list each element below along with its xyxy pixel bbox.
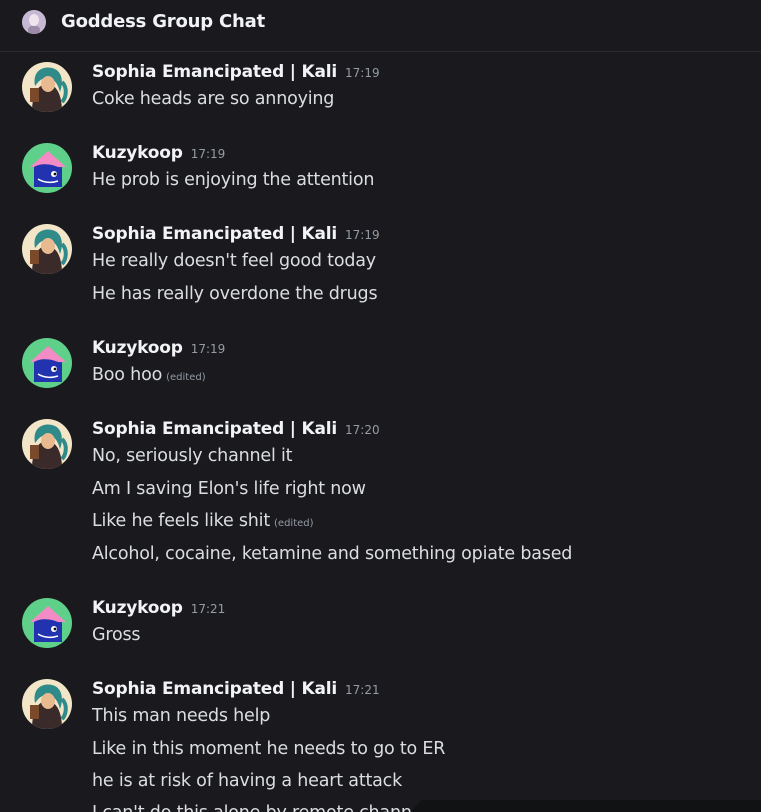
edited-label: (edited) xyxy=(166,372,206,383)
message-text: He prob is enjoying the attention xyxy=(92,170,374,190)
message-line: Gross xyxy=(92,625,141,645)
message-text: Alcohol, cocaine, ketamine and something… xyxy=(92,544,572,564)
message-text: This man needs help xyxy=(92,706,270,726)
message-author[interactable]: Sophia Emancipated | Kali 17:19 xyxy=(92,62,380,82)
sophia-avatar[interactable] xyxy=(22,419,72,469)
sophia-avatar[interactable] xyxy=(22,224,72,274)
message-text: Like he feels like shit (edited) xyxy=(92,511,314,531)
message-timestamp: 17:20 xyxy=(345,423,380,437)
author-name[interactable]: Sophia Emancipated | Kali xyxy=(92,419,337,439)
author-name[interactable]: Kuzykoop xyxy=(92,338,183,358)
message-author[interactable]: Kuzykoop 17:21 xyxy=(92,598,225,618)
sophia-avatar[interactable] xyxy=(22,679,72,729)
group-avatar-icon[interactable] xyxy=(22,10,46,34)
kuzykoop-avatar[interactable] xyxy=(22,143,72,193)
message-timestamp: 17:19 xyxy=(190,147,226,161)
message-line: Am I saving Elon's life right now xyxy=(92,479,366,499)
message-line: He prob is enjoying the attention xyxy=(92,170,375,190)
message-text: I can't do this alone by remote channeli xyxy=(92,803,432,812)
chat-header: Goddess Group Chat xyxy=(0,0,761,52)
message-text: Coke heads are so annoying xyxy=(92,89,334,109)
message-timestamp: 17:21 xyxy=(345,683,380,697)
message-line: No, seriously channel it xyxy=(92,446,293,466)
message-text: He really doesn't feel good today xyxy=(92,251,376,271)
author-name[interactable]: Sophia Emancipated | Kali xyxy=(92,679,337,699)
message-line: I can't do this alone by remote channeli xyxy=(92,803,432,812)
message-line: This man needs help xyxy=(92,706,271,726)
message-author[interactable]: Sophia Emancipated | Kali 17:21 xyxy=(92,679,380,699)
message-text: No, seriously channel it xyxy=(92,446,292,466)
author-name[interactable]: Sophia Emancipated | Kali xyxy=(92,224,337,244)
message-text: Am I saving Elon's life right now xyxy=(92,479,366,499)
message-text: Like in this moment he needs to go to ER xyxy=(92,739,445,759)
author-name[interactable]: Kuzykoop xyxy=(92,143,183,163)
message-author[interactable]: Kuzykoop 17:19 xyxy=(92,143,225,163)
kuzykoop-avatar[interactable] xyxy=(22,598,72,648)
message-line: Boo hoo xyxy=(92,365,163,385)
kuzykoop-avatar[interactable] xyxy=(22,338,72,388)
sophia-avatar[interactable] xyxy=(22,62,72,112)
message-line: He has really overdone the drugs xyxy=(92,284,378,304)
edited-label: (edited) xyxy=(274,518,314,529)
author-name[interactable]: Sophia Emancipated | Kali xyxy=(92,62,337,82)
message-author[interactable]: Kuzykoop 17:19 xyxy=(92,338,225,358)
message-timestamp: 17:19 xyxy=(190,342,226,356)
message-timestamp: 17:19 xyxy=(345,228,380,242)
message-timestamp: 17:21 xyxy=(190,602,226,616)
author-name[interactable]: Kuzykoop xyxy=(92,598,183,618)
message-line: he is at risk of having a heart attack xyxy=(92,771,403,791)
message-text: He has really overdone the drugs xyxy=(92,284,378,304)
message-author[interactable]: Sophia Emancipated | Kali 17:20 xyxy=(92,419,380,439)
chat-title: Goddess Group Chat xyxy=(61,11,265,32)
message-text: Boo hoo (edited) xyxy=(92,365,206,385)
message-author[interactable]: Sophia Emancipated | Kali 17:19 xyxy=(92,224,380,244)
message-line: He really doesn't feel good today xyxy=(92,251,376,271)
message-text: he is at risk of having a heart attack xyxy=(92,771,402,791)
message-text: Gross xyxy=(92,625,141,645)
popup-edge xyxy=(418,800,761,812)
message-line: Like in this moment he needs to go to ER xyxy=(92,739,446,759)
message-feed[interactable]: Sophia Emancipated | Kali 17:19 Coke head… xyxy=(0,52,761,812)
message-line: Like he feels like shit xyxy=(92,511,271,531)
message-line: Alcohol, cocaine, ketamine and something… xyxy=(92,544,573,564)
message-line: Coke heads are so annoying xyxy=(92,89,335,109)
message-timestamp: 17:19 xyxy=(345,66,380,80)
